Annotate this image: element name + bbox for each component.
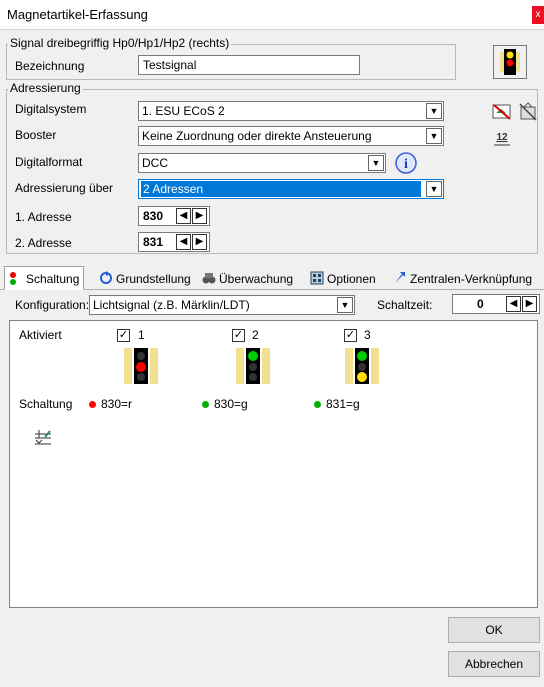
signal-aspect-red-icon bbox=[124, 348, 158, 384]
digitalsystem-select[interactable]: 1. ESU ECoS 2 ▼ bbox=[138, 101, 444, 121]
state-1-number: 1 bbox=[138, 328, 145, 342]
info-glyph: i bbox=[404, 157, 408, 172]
address1-spinner[interactable]: 830 ◀ ▶ bbox=[138, 206, 210, 226]
state-1-checkbox[interactable]: ✓ bbox=[117, 329, 130, 342]
state-3-check: ✓ bbox=[345, 329, 356, 341]
edit-switching-button[interactable] bbox=[31, 426, 55, 450]
format-label: Digitalformat bbox=[15, 155, 83, 169]
window-title: Magnetartikel-Erfassung bbox=[7, 7, 148, 22]
title-bar: Magnetartikel-Erfassung x bbox=[0, 0, 544, 30]
tab-schaltung-label: Schaltung bbox=[26, 272, 80, 286]
format-select[interactable]: DCC ▼ bbox=[138, 153, 386, 173]
numbering-button[interactable]: 12 bbox=[491, 127, 513, 149]
arrow-left-icon[interactable]: ◀ bbox=[506, 296, 521, 312]
chevron-down-icon: ▼ bbox=[426, 128, 442, 144]
arrow-right-icon[interactable]: ▶ bbox=[192, 234, 207, 250]
address1-value: 830 bbox=[143, 209, 164, 223]
config-select[interactable]: Lichtsignal (z.B. Märklin/LDT) ▼ bbox=[89, 295, 355, 315]
cancel-button[interactable]: Abbrechen bbox=[448, 651, 540, 677]
state-2-checkbox[interactable]: ✓ bbox=[232, 329, 245, 342]
state-1-check: ✓ bbox=[118, 329, 129, 341]
config-label: Konfiguration: bbox=[15, 298, 90, 312]
switching-panel bbox=[9, 320, 538, 608]
switchtime-spinner[interactable]: 0 ◀ ▶ bbox=[452, 294, 540, 314]
state-3-checkbox[interactable]: ✓ bbox=[344, 329, 357, 342]
signal-icon bbox=[500, 49, 520, 75]
tab-ueberwachung-label: Überwachung bbox=[219, 272, 294, 286]
reset-icon bbox=[100, 271, 112, 284]
remove-system-button[interactable] bbox=[491, 101, 513, 123]
address2-value: 831 bbox=[143, 235, 164, 249]
binoculars-icon bbox=[202, 273, 216, 284]
booster-select[interactable]: Keine Zuordnung oder direkte Ansteuerung… bbox=[138, 126, 444, 146]
adressierung-label: Adressierung über bbox=[15, 181, 114, 195]
arrow-right-icon[interactable]: ▶ bbox=[522, 296, 537, 312]
switching-icon bbox=[10, 272, 16, 285]
format-value: DCC bbox=[142, 156, 168, 170]
booster-label: Booster bbox=[15, 128, 57, 142]
switchtime-label: Schaltzeit: bbox=[377, 298, 433, 312]
info-icon: i bbox=[395, 152, 417, 174]
info-button[interactable]: i bbox=[394, 151, 418, 175]
digitalsystem-value: 1. ESU ECoS 2 bbox=[142, 104, 225, 118]
state-3-number: 3 bbox=[364, 328, 371, 342]
adressierung-select[interactable]: 2 Adressen ▼ bbox=[138, 179, 444, 199]
tab-optionen-label: Optionen bbox=[327, 272, 376, 286]
state-2-number: 2 bbox=[252, 328, 259, 342]
edit-switching-icon bbox=[35, 430, 51, 445]
name-label: Bezeichnung bbox=[15, 59, 85, 73]
chevron-down-icon: ▼ bbox=[368, 155, 384, 171]
arrow-left-icon[interactable]: ◀ bbox=[176, 208, 191, 224]
booster-disconnect-button[interactable] bbox=[517, 101, 539, 123]
tab-grundstellung-label: Grundstellung bbox=[116, 272, 191, 286]
tab-strip: Schaltung Grundstellung Überwachung Opti… bbox=[0, 262, 544, 290]
link-icon bbox=[395, 272, 405, 283]
booster-disconnect-icon bbox=[519, 102, 537, 121]
options-icon bbox=[310, 271, 324, 285]
chevron-down-icon: ▼ bbox=[337, 297, 353, 313]
tab-ueberwachung[interactable]: Überwachung bbox=[197, 266, 298, 290]
config-value: Lichtsignal (z.B. Märklin/LDT) bbox=[93, 298, 250, 312]
switchtime-value: 0 bbox=[477, 297, 484, 311]
state-1-command: 830=r bbox=[101, 397, 133, 411]
tab-grundstellung[interactable]: Grundstellung bbox=[94, 266, 196, 290]
booster-value: Keine Zuordnung oder direkte Ansteuerung bbox=[142, 129, 372, 143]
signal-aspect-green-icon bbox=[236, 348, 270, 384]
address2-spinner[interactable]: 831 ◀ ▶ bbox=[138, 232, 210, 252]
numbering-icon-text: 12 bbox=[496, 132, 508, 143]
tab-zentralen-verknuepfung[interactable]: Zentralen-Verknüpfung bbox=[388, 266, 537, 290]
state-2-command: 830=g bbox=[214, 397, 248, 411]
signal-aspect-green-yellow-icon bbox=[345, 348, 379, 384]
system-disconnect-icon bbox=[492, 104, 511, 120]
address2-label: 2. Adresse bbox=[15, 236, 72, 250]
arrow-left-icon[interactable]: ◀ bbox=[176, 234, 191, 250]
state-2-dot bbox=[202, 401, 209, 408]
address1-label: 1. Adresse bbox=[15, 210, 72, 224]
addressing-group-title: Adressierung bbox=[8, 81, 83, 95]
name-input[interactable]: Testsignal bbox=[138, 55, 360, 75]
ok-button[interactable]: OK bbox=[448, 617, 540, 643]
signal-group-title: Signal dreibegriffig Hp0/Hp1/Hp2 (rechts… bbox=[8, 36, 232, 50]
signal-type-button[interactable] bbox=[493, 45, 527, 79]
arrow-right-icon[interactable]: ▶ bbox=[192, 208, 207, 224]
state-3-command: 831=g bbox=[326, 397, 360, 411]
tab-schaltung[interactable]: Schaltung bbox=[4, 266, 85, 290]
tab-zentralen-label: Zentralen-Verknüpfung bbox=[410, 272, 533, 286]
close-button[interactable]: x bbox=[532, 6, 544, 24]
chevron-down-icon: ▼ bbox=[426, 103, 442, 119]
tab-optionen[interactable]: Optionen bbox=[305, 266, 381, 290]
close-icon: x bbox=[535, 9, 541, 20]
state-2-check: ✓ bbox=[233, 329, 244, 341]
switching-label: Schaltung bbox=[19, 397, 73, 411]
state-1-dot bbox=[89, 401, 96, 408]
activated-label: Aktiviert bbox=[19, 328, 62, 342]
numbering-icon: 12 bbox=[494, 132, 510, 146]
digitalsystem-label: Digitalsystem bbox=[15, 102, 87, 116]
state-3-dot bbox=[314, 401, 321, 408]
chevron-down-icon: ▼ bbox=[426, 181, 442, 197]
adressierung-value: 2 Adressen bbox=[141, 181, 421, 197]
